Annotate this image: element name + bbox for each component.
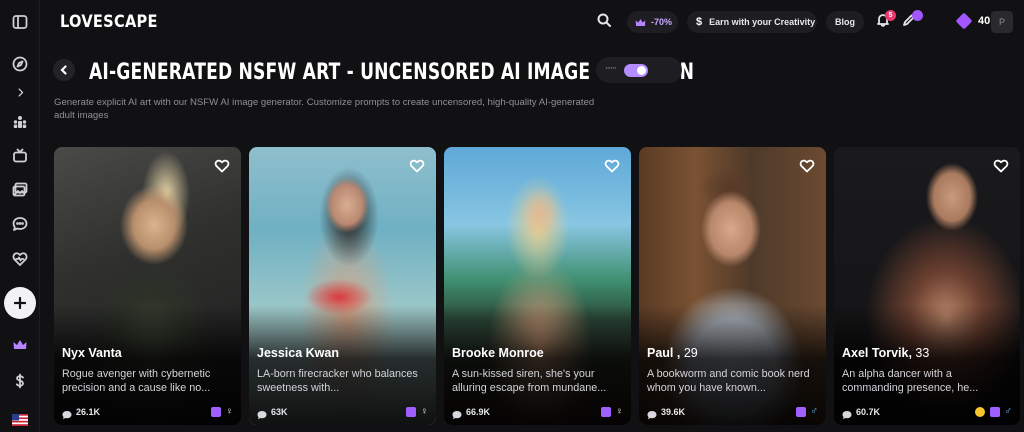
heart-icon — [604, 159, 620, 173]
chevron-left-icon — [60, 65, 67, 75]
character-name: Axel Torvik, 33 — [842, 346, 930, 360]
character-card[interactable]: Axel Torvik, 33 An alpha dancer with a c… — [834, 147, 1020, 425]
card-footer: 63K ♀ — [257, 405, 429, 420]
purple-badge-icon — [210, 407, 221, 417]
crown-icon[interactable] — [8, 333, 32, 357]
heart-icon — [993, 159, 1009, 173]
chat-count: 60.7K — [856, 407, 881, 417]
favorite-button[interactable] — [799, 158, 815, 174]
purple-badge-icon — [795, 407, 806, 417]
toggle-knob — [636, 65, 646, 75]
gallery-icon[interactable] — [8, 178, 32, 202]
purple-badge-icon — [989, 407, 1000, 417]
character-description: Rogue avenger with cybernetic precision … — [62, 368, 211, 394]
tv-icon[interactable] — [8, 144, 32, 168]
chat-count-icon — [257, 407, 267, 420]
chat-count: 63K — [271, 407, 288, 417]
us-flag-icon[interactable] — [8, 408, 32, 432]
tasks-button[interactable] — [902, 10, 923, 31]
earn-creativity-button[interactable]: $ Earn with your Creativity — [687, 11, 817, 33]
male-gender-icon: ♂ — [1004, 406, 1013, 417]
character-name: Jessica Kwan — [257, 346, 339, 360]
blog-link[interactable]: Blog — [826, 11, 864, 33]
card-footer: 39.6K ♂ — [647, 405, 819, 420]
female-gender-icon: ♀ — [225, 406, 234, 417]
dollar-icon: $ — [696, 16, 703, 28]
notification-count-badge: 5 — [885, 10, 896, 21]
earn-label: Earn with your Creativity — [709, 17, 816, 27]
sunglasses-emoji-icon — [974, 407, 985, 417]
male-gender-icon: ♂ — [810, 406, 819, 417]
back-button[interactable] — [53, 59, 75, 81]
community-icon[interactable] — [8, 110, 32, 134]
heart-icon — [409, 159, 425, 173]
compass-icon[interactable] — [8, 52, 32, 76]
chat-count-icon — [842, 407, 852, 420]
purple-badge-icon — [600, 407, 611, 417]
character-name: Paul , 29 — [647, 346, 698, 360]
user-avatar[interactable]: P — [991, 11, 1013, 33]
discount-text: -70% — [651, 17, 673, 27]
favorite-button[interactable] — [604, 158, 620, 174]
character-card[interactable]: Paul , 29 A bookworm and comic book nerd… — [639, 147, 826, 425]
character-name: Nyx Vanta — [62, 346, 122, 360]
credits-count: 40 — [978, 15, 991, 27]
sidebar — [0, 0, 40, 432]
heart-pulse-icon[interactable] — [8, 247, 32, 271]
favorite-button[interactable] — [214, 158, 230, 174]
notifications-button[interactable]: 5 — [876, 10, 896, 31]
character-name: Brooke Monroe — [452, 346, 544, 360]
toggle-label: ‘’‘’‘’ — [605, 65, 616, 75]
purple-badge-icon — [405, 407, 416, 417]
blog-label: Blog — [835, 17, 855, 27]
chat-count-icon — [62, 407, 72, 420]
brand-logo[interactable]: LOVESCAPE — [60, 12, 158, 32]
chevron-right-icon[interactable] — [8, 80, 32, 104]
crown-icon — [635, 18, 646, 26]
layout-icon[interactable] — [8, 10, 32, 34]
character-description: A sun-kissed siren, she's your alluring … — [452, 368, 607, 394]
check-badge-icon — [912, 10, 923, 21]
chat-count-icon — [452, 407, 462, 420]
page-description: Generate explicit AI art with our NSFW A… — [54, 97, 595, 121]
plus-icon — [13, 296, 27, 310]
favorite-button[interactable] — [409, 158, 425, 174]
female-gender-icon: ♀ — [615, 406, 624, 417]
discount-badge[interactable]: -70% — [627, 11, 678, 33]
nsfw-toggle[interactable] — [623, 63, 648, 77]
chat-count: 66.9K — [466, 407, 491, 417]
chat-icon[interactable] — [8, 212, 32, 236]
dollar-icon[interactable] — [8, 369, 32, 393]
gem-icon — [955, 12, 973, 30]
heart-icon — [214, 159, 230, 173]
card-footer: 60.7K ♂ — [842, 405, 1013, 420]
search-icon — [597, 13, 611, 27]
chat-count-icon — [647, 407, 657, 420]
character-description: A bookworm and comic book nerd whom you … — [647, 368, 810, 394]
chat-count: 26.1K — [76, 407, 101, 417]
character-card[interactable]: Nyx Vanta Rogue avenger with cybernetic … — [54, 147, 241, 425]
character-description: LA-born firecracker who balances sweetne… — [257, 368, 418, 394]
character-description: An alpha dancer with a commanding presen… — [842, 368, 979, 394]
chat-count: 39.6K — [661, 407, 686, 417]
create-plus-button[interactable] — [4, 287, 36, 319]
nsfw-toggle-group: ‘’‘’‘’ — [596, 57, 682, 83]
search-button[interactable] — [597, 13, 615, 31]
card-footer: 26.1K ♀ — [62, 405, 234, 420]
character-card[interactable]: Jessica Kwan LA-born firecracker who bal… — [249, 147, 436, 425]
top-bar: LOVESCAPE -70% $ Earn with your Creativi… — [40, 0, 1024, 44]
card-footer: 66.9K ♀ — [452, 405, 624, 420]
heart-icon — [799, 159, 815, 173]
female-gender-icon: ♀ — [420, 406, 429, 417]
character-card[interactable]: Brooke Monroe A sun-kissed siren, she's … — [444, 147, 631, 425]
favorite-button[interactable] — [993, 158, 1009, 174]
